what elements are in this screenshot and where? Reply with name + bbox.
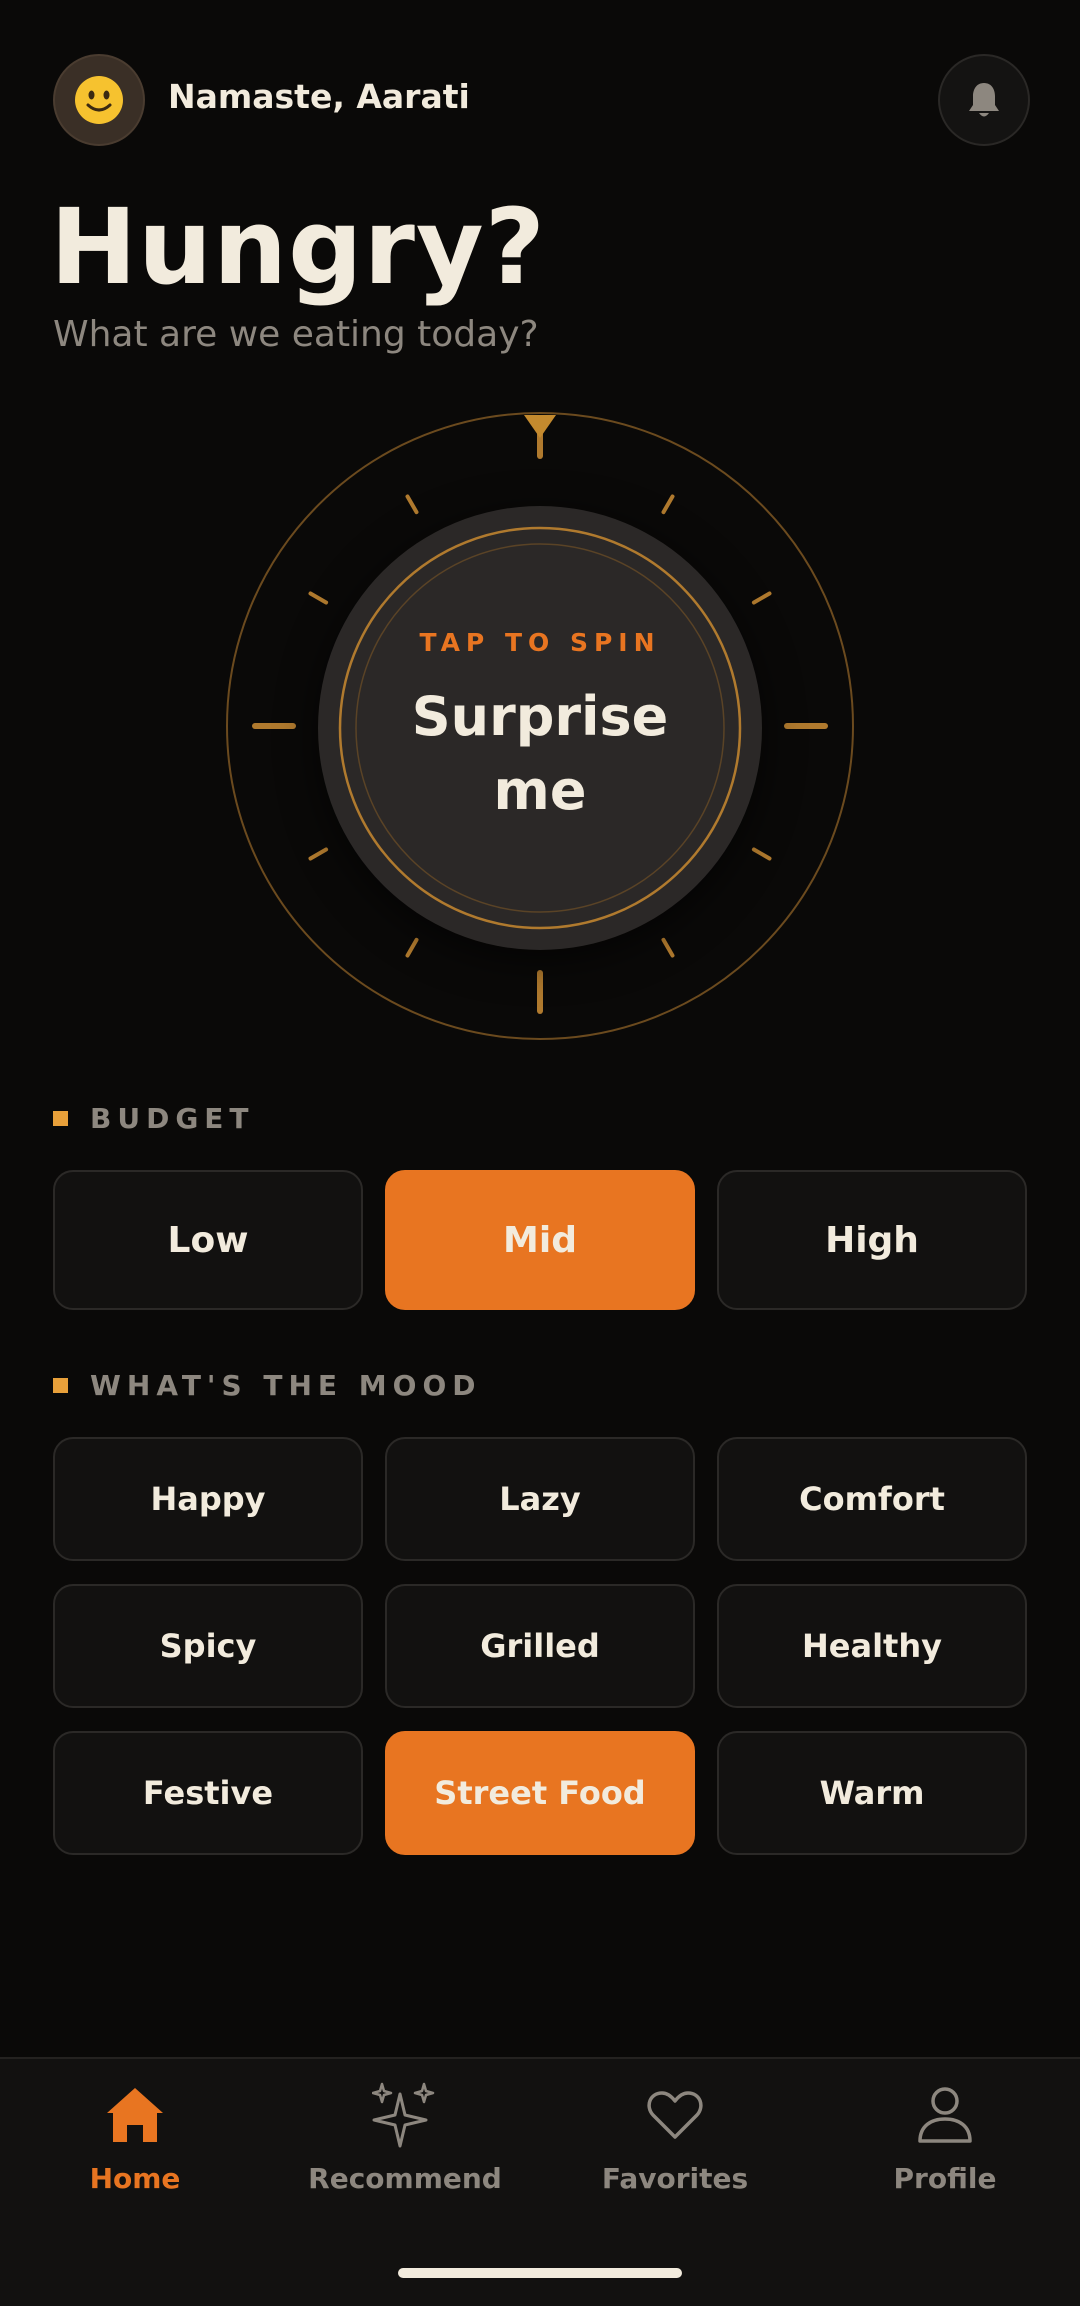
- mood-spicy-label: Spicy: [159, 1627, 257, 1665]
- mood-heading: WHAT'S THE MOOD: [53, 1369, 482, 1402]
- mood-comfort-button[interactable]: Comfort: [717, 1437, 1027, 1561]
- mood-comfort-label: Comfort: [799, 1480, 945, 1518]
- nav-recommend-label: Recommend: [308, 2162, 502, 2195]
- mood-healthy-button[interactable]: Healthy: [717, 1584, 1027, 1708]
- budget-mid-label: Mid: [503, 1219, 577, 1261]
- section-marker: [53, 1111, 68, 1126]
- home-indicator[interactable]: [398, 2268, 682, 2278]
- mood-lazy-button[interactable]: Lazy: [385, 1437, 695, 1561]
- mood-spicy-button[interactable]: Spicy: [53, 1584, 363, 1708]
- mood-healthy-label: Healthy: [802, 1627, 942, 1665]
- budget-heading: BUDGET: [53, 1102, 255, 1135]
- page-title: Hungry?: [50, 186, 546, 308]
- person-icon: [918, 2087, 972, 2143]
- dial-pointer: [524, 415, 556, 438]
- surprise-me-text: Surprise me: [411, 685, 669, 822]
- mood-warm-label: Warm: [819, 1774, 925, 1812]
- mood-festive-button[interactable]: Festive: [53, 1731, 363, 1855]
- budget-low-button[interactable]: Low: [53, 1170, 363, 1310]
- budget-high-button[interactable]: High: [717, 1170, 1027, 1310]
- avatar[interactable]: [53, 54, 145, 146]
- notifications-button[interactable]: [938, 54, 1030, 146]
- nav-home[interactable]: Home: [0, 2080, 270, 2210]
- mood-grilled-button[interactable]: Grilled: [385, 1584, 695, 1708]
- mood-lazy-label: Lazy: [499, 1480, 581, 1518]
- budget-high-label: High: [825, 1219, 919, 1261]
- mood-happy-button[interactable]: Happy: [53, 1437, 363, 1561]
- nav-favorites[interactable]: Favorites: [540, 2080, 810, 2210]
- page-subtitle: What are we eating today?: [53, 314, 539, 355]
- mood-heading-label: WHAT'S THE MOOD: [90, 1369, 482, 1402]
- section-marker: [53, 1378, 68, 1393]
- tap-to-spin-label: TAP TO SPIN: [419, 628, 661, 657]
- budget-mid-button[interactable]: Mid: [385, 1170, 695, 1310]
- nav-home-label: Home: [89, 2162, 181, 2195]
- nav-favorites-label: Favorites: [601, 2162, 749, 2195]
- smiley-face-icon: [75, 76, 123, 124]
- sparkles-icon: [372, 2082, 435, 2148]
- mood-warm-button[interactable]: Warm: [717, 1731, 1027, 1855]
- home-icon: [107, 2088, 163, 2142]
- mood-street-food-label: Street Food: [434, 1774, 646, 1812]
- mood-festive-label: Festive: [142, 1774, 274, 1812]
- nav-recommend[interactable]: Recommend: [270, 2080, 540, 2210]
- budget-heading-label: BUDGET: [90, 1102, 255, 1135]
- mood-happy-label: Happy: [150, 1480, 266, 1518]
- budget-low-label: Low: [167, 1219, 249, 1261]
- nav-profile[interactable]: Profile: [810, 2080, 1080, 2210]
- heart-icon: [647, 2091, 703, 2139]
- mood-grilled-label: Grilled: [480, 1627, 600, 1665]
- bell-icon: [969, 83, 999, 117]
- greeting-text: Namaste, Aarati: [168, 77, 470, 116]
- nav-profile-label: Profile: [893, 2162, 997, 2195]
- mood-street-food-button[interactable]: Street Food: [385, 1731, 695, 1855]
